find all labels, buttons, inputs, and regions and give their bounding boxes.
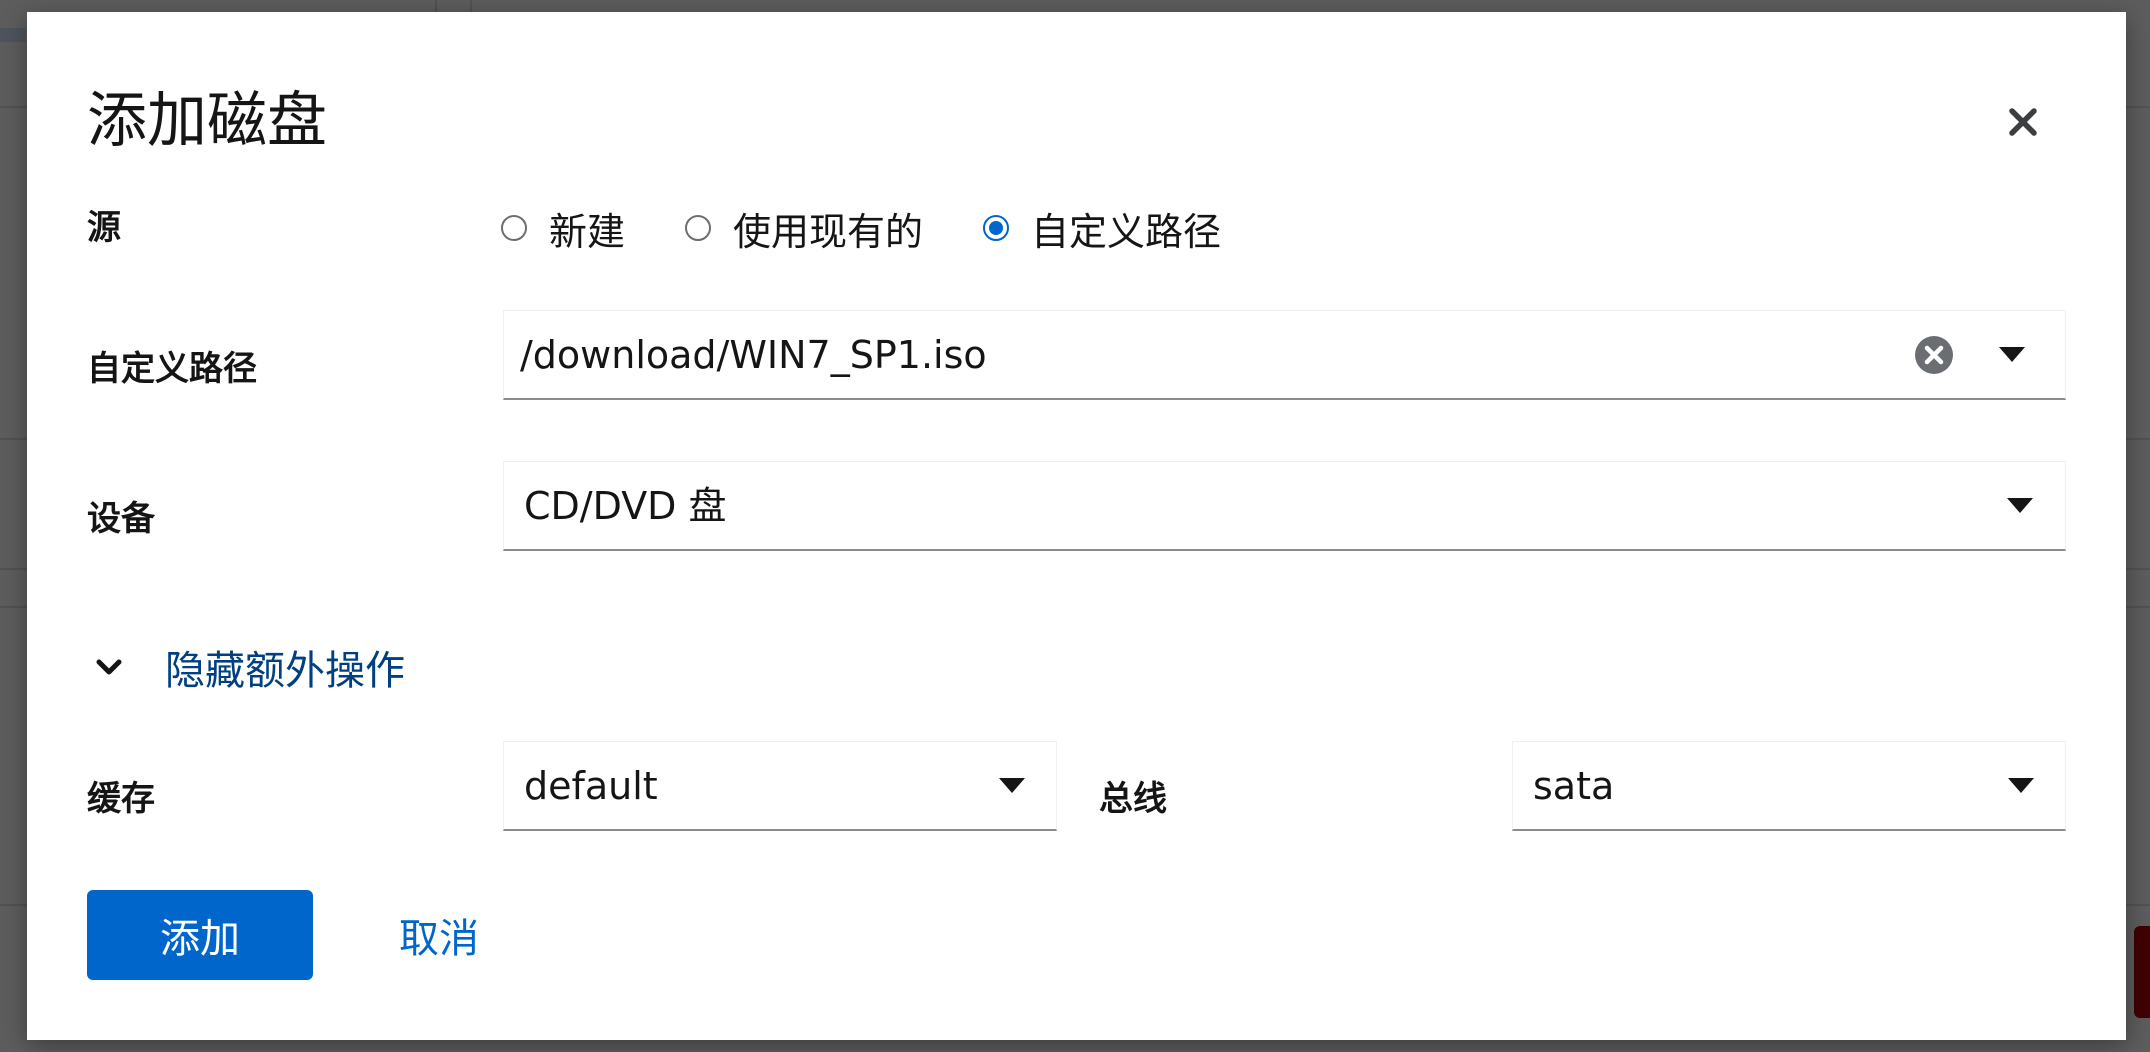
cache-label: 缓存 (87, 779, 155, 819)
cancel-button[interactable]: 取消 (383, 890, 495, 980)
close-icon (2009, 108, 2037, 136)
radio-custom-path-circle[interactable] (983, 215, 1010, 241)
device-select[interactable]: CD/DVD 盘 (503, 461, 2066, 551)
caret-down-icon (999, 778, 1025, 793)
custom-path-typeahead (503, 310, 2066, 400)
bus-value: sata (1533, 764, 1615, 808)
hide-extra-options-toggle[interactable]: 隐藏额外操作 (87, 637, 405, 697)
dialog-title: 添加磁盘 (87, 86, 327, 156)
bus-toggle-button[interactable] (1991, 742, 2051, 830)
bus-label: 总线 (1099, 779, 1167, 819)
radio-use-existing[interactable]: 使用现有的 (685, 201, 923, 256)
custom-path-input[interactable] (520, 311, 1820, 399)
caret-down-icon (2007, 498, 2033, 513)
source-label: 源 (87, 208, 121, 248)
add-disk-dialog: 添加磁盘 源 新建 使用现有的 自定义路径 自定义路径 /download/WI… (27, 12, 2126, 1040)
chevron-down-icon (95, 658, 139, 676)
custom-path-toggle-button[interactable] (1982, 311, 2042, 399)
hide-extra-options-label: 隐藏额外操作 (165, 648, 405, 694)
radio-new-circle[interactable] (501, 215, 527, 241)
device-label: 设备 (87, 499, 155, 539)
clear-path-button[interactable] (1904, 311, 1964, 399)
add-button[interactable]: 添加 (87, 890, 313, 980)
cache-toggle-button[interactable] (982, 742, 1042, 830)
clear-circle-icon (1915, 336, 1953, 374)
source-radio-group: 新建 使用现有的 自定义路径 (501, 200, 1281, 256)
cache-value: default (524, 764, 658, 808)
close-button[interactable] (2001, 100, 2045, 144)
device-value: CD/DVD 盘 (524, 484, 727, 528)
cache-select[interactable]: default (503, 741, 1057, 831)
radio-use-existing-circle[interactable] (685, 215, 712, 241)
radio-custom-path-label: 自定义路径 (1031, 209, 1222, 254)
radio-new[interactable]: 新建 (501, 201, 625, 256)
radio-use-existing-label: 使用现有的 (733, 209, 924, 254)
custom-path-label: 自定义路径 (87, 349, 257, 389)
caret-down-icon (2008, 778, 2034, 793)
radio-custom-path[interactable]: 自定义路径 (983, 201, 1221, 256)
bus-select[interactable]: sata (1512, 741, 2066, 831)
caret-down-icon (1999, 347, 2025, 362)
device-toggle-button[interactable] (1990, 462, 2050, 550)
radio-new-label: 新建 (549, 209, 626, 254)
